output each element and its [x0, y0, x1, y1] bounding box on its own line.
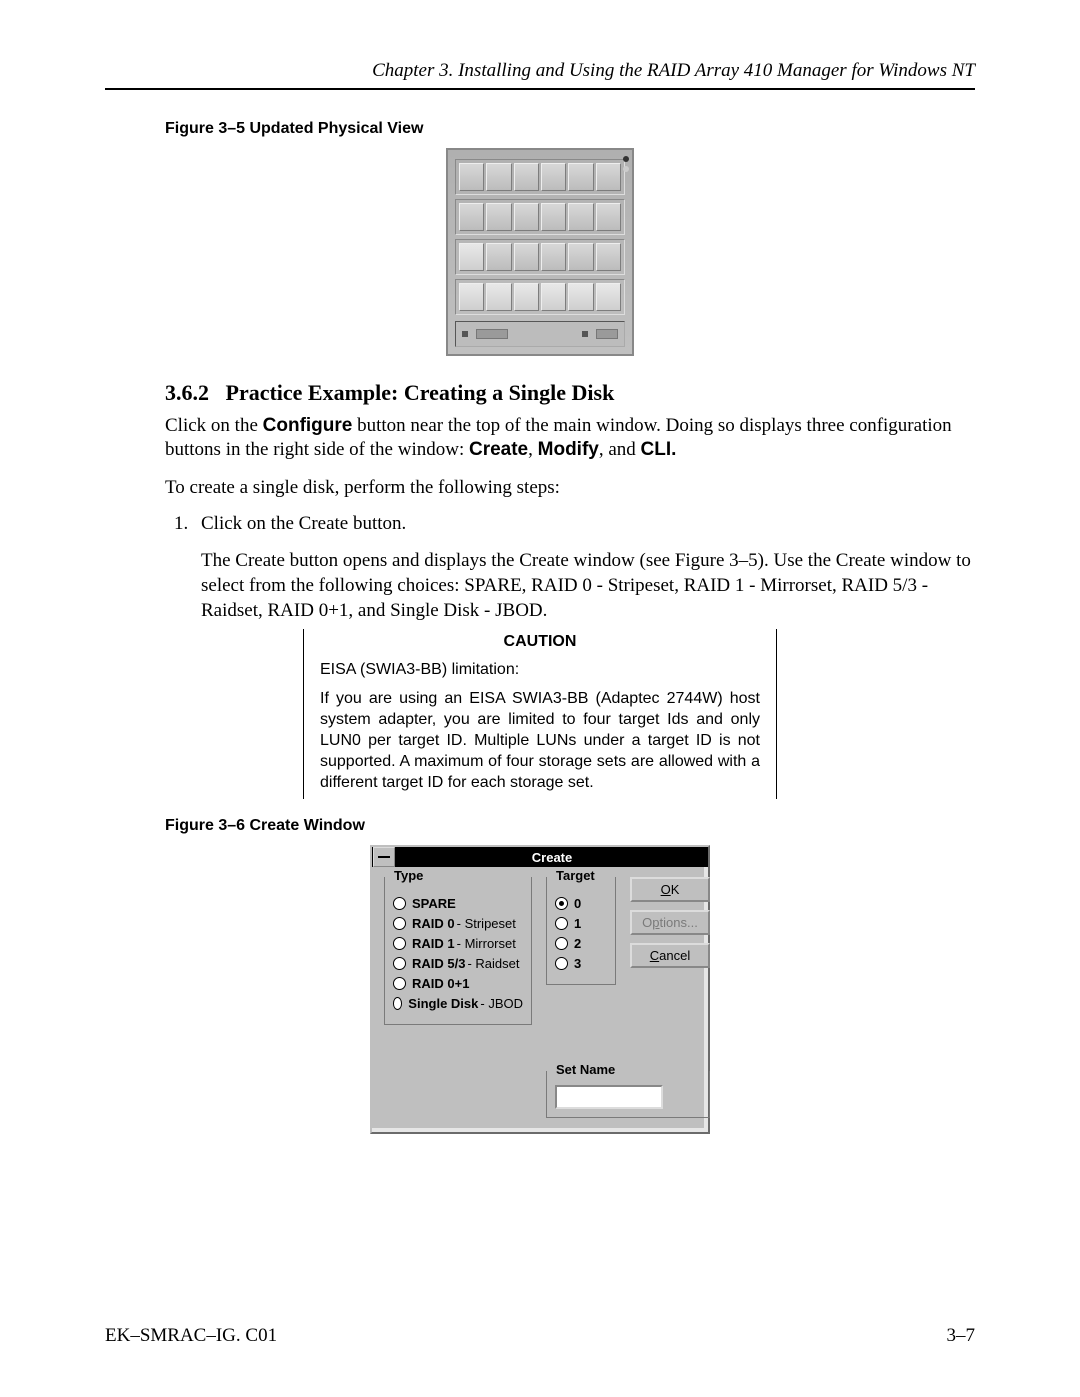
set-name-group [546, 1071, 710, 1118]
running-head: Chapter 3. Installing and Using the RAID… [105, 60, 975, 90]
fig-3-5-caption: Figure 3–5 Updated Physical View [165, 120, 975, 138]
physical-view-figure [446, 148, 634, 356]
target-1[interactable]: 1 [555, 916, 607, 931]
button-column: OK Options... Cancel [630, 877, 710, 968]
section-heading: 3.6.2 Practice Example: Creating a Singl… [165, 380, 975, 406]
type-raid53[interactable]: RAID 5/3 - Raidset [393, 956, 523, 971]
step-1-detail: The Create button opens and displays the… [201, 549, 975, 623]
set-name-input[interactable] [555, 1085, 663, 1109]
step-1: Click on the Create button. [193, 513, 975, 535]
type-single-disk[interactable]: Single Disk - JBOD [393, 996, 523, 1011]
title-bar[interactable]: Create [372, 847, 708, 867]
window-title: Create [396, 850, 708, 865]
type-group: SPARE RAID 0 - Stripeset RAID 1 - Mirror… [384, 877, 532, 1025]
intro-paragraph: Click on the Configure button near the t… [165, 414, 975, 462]
target-0[interactable]: 0 [555, 896, 607, 911]
target-2[interactable]: 2 [555, 936, 607, 951]
caution-box: CAUTION EISA (SWIA3-BB) limitation: If y… [303, 629, 777, 799]
type-raid1[interactable]: RAID 1 - Mirrorset [393, 936, 523, 951]
section-number: 3.6.2 [165, 380, 209, 405]
caution-body: If you are using an EISA SWIA3-BB (Adapt… [320, 689, 760, 793]
footer-right: 3–7 [947, 1325, 976, 1347]
system-menu-icon[interactable] [373, 847, 395, 867]
target-3[interactable]: 3 [555, 956, 607, 971]
caution-title: CAUTION [320, 633, 760, 651]
type-raid01[interactable]: RAID 0+1 [393, 976, 523, 991]
step-list: Click on the Create button. [165, 513, 975, 535]
lead-in: To create a single disk, perform the fol… [165, 476, 975, 500]
cancel-button[interactable]: Cancel [630, 943, 710, 968]
section-title: Practice Example: Creating a Single Disk [226, 380, 615, 405]
type-spare[interactable]: SPARE [393, 896, 523, 911]
fig-3-6-caption: Figure 3–6 Create Window [165, 817, 975, 835]
caution-line1: EISA (SWIA3-BB) limitation: [320, 661, 760, 679]
ok-button[interactable]: OK [630, 877, 710, 902]
target-group: 0 1 2 3 [546, 877, 616, 985]
type-raid0[interactable]: RAID 0 - Stripeset [393, 916, 523, 931]
create-window: Create SPARE RAID 0 - Stripeset RAID 1 -… [370, 845, 710, 1134]
options-button[interactable]: Options... [630, 910, 710, 935]
footer-left: EK–SMRAC–IG. C01 [105, 1325, 277, 1347]
